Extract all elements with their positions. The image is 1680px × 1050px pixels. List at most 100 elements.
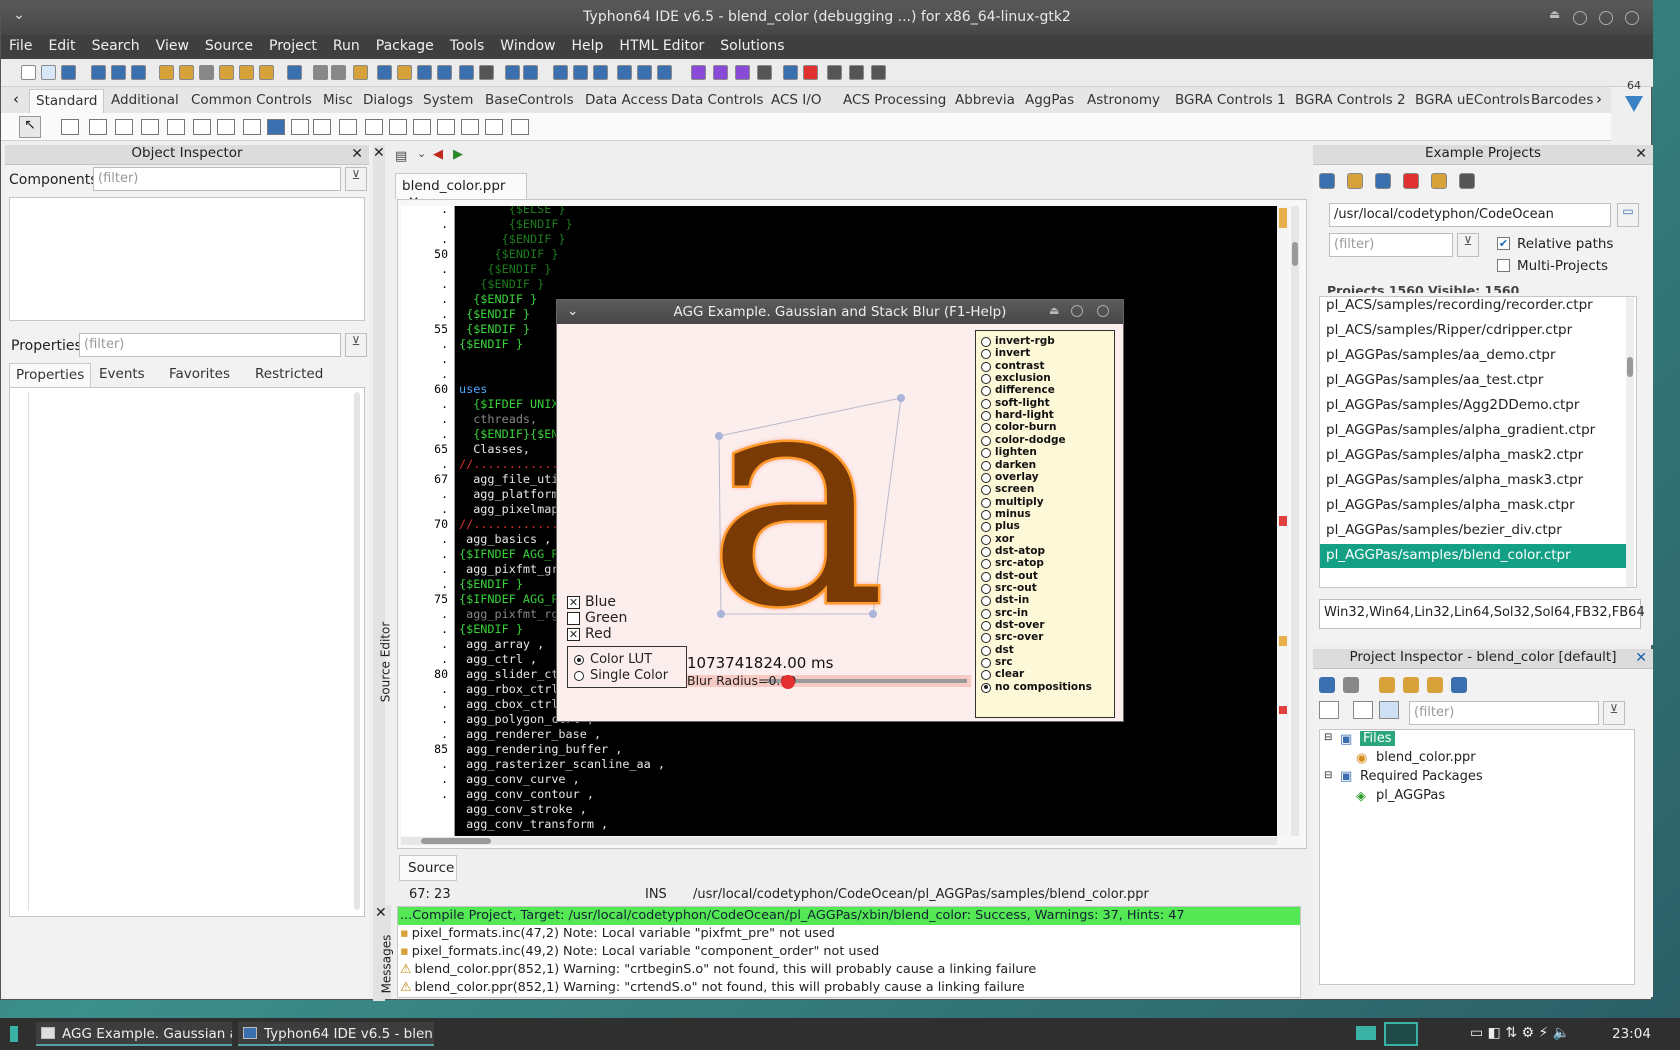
project-tool-icon[interactable] bbox=[1379, 677, 1395, 693]
collapse-packages-icon[interactable]: ⊟ bbox=[1324, 770, 1332, 781]
toolbar-tool-icon[interactable] bbox=[159, 65, 174, 80]
platforms-field[interactable]: Win32,Win64,Lin32,Lin64,Sol32,Sol64,FB32… bbox=[1319, 599, 1645, 629]
chevron-down-icon[interactable]: ⌄ bbox=[417, 147, 426, 160]
examples-filter-clear-icon[interactable]: ⊻ bbox=[1457, 233, 1479, 257]
toolbar-tool-icon[interactable] bbox=[573, 65, 588, 80]
tabs-left-arrow-icon[interactable]: ‹ bbox=[13, 90, 19, 108]
forward-arrow-icon[interactable]: ▶ bbox=[453, 147, 463, 162]
palette-component-icon[interactable] bbox=[461, 119, 479, 135]
messages-list[interactable]: ...Compile Project, Target: /usr/local/c… bbox=[397, 906, 1301, 998]
projects-scrollbar[interactable] bbox=[1626, 297, 1634, 587]
note-row[interactable]: ▪ pixel_formats.inc(49,2) Note: Local var… bbox=[398, 943, 1300, 961]
composition-radio[interactable] bbox=[981, 608, 991, 619]
composition-radio[interactable] bbox=[981, 374, 991, 385]
warning-row[interactable]: ⚠ blend_color.ppr(852,1) Warning: "crtend… bbox=[398, 979, 1300, 997]
project-filter-input[interactable]: (filter) bbox=[1409, 701, 1599, 725]
toolbar-tool-icon[interactable] bbox=[313, 65, 328, 80]
workspace-1-icon[interactable] bbox=[1356, 1026, 1376, 1040]
project-tree[interactable]: ⊟ ▣ Files ◉ blend_color.ppr ⊟ ▣ Required… bbox=[1319, 729, 1635, 985]
example-project-item[interactable]: pl_AGGPas/samples/alpha_mask3.ctpr bbox=[1326, 472, 1583, 488]
properties-filter-clear-icon[interactable]: ⊻ bbox=[345, 333, 367, 357]
palette-tab-bgra-controls-1[interactable]: BGRA Controls 1 bbox=[1169, 89, 1292, 113]
toolbar-tool-icon[interactable] bbox=[239, 65, 254, 80]
toolbar-tool-icon[interactable] bbox=[803, 65, 818, 80]
required-packages-node[interactable]: Required Packages bbox=[1360, 769, 1483, 784]
composition-radio[interactable] bbox=[981, 584, 991, 594]
maximize-button[interactable] bbox=[1599, 11, 1613, 25]
blend-color-file-node[interactable]: blend_color.ppr bbox=[1376, 750, 1476, 765]
palette-tab-additional[interactable]: Additional bbox=[105, 89, 185, 113]
mode-radio[interactable] bbox=[574, 671, 584, 681]
toolbar-tool-icon[interactable] bbox=[61, 65, 76, 80]
channel-blue-checkbox[interactable]: ✕ bbox=[567, 596, 580, 609]
composition-radio[interactable] bbox=[981, 472, 991, 483]
menu-edit[interactable]: Edit bbox=[40, 35, 83, 57]
agg-close-button[interactable] bbox=[1097, 305, 1109, 317]
source-tab[interactable]: Source bbox=[399, 855, 457, 881]
composition-radio[interactable] bbox=[981, 386, 991, 397]
composition-radio[interactable] bbox=[981, 559, 991, 570]
composition-radio[interactable] bbox=[981, 682, 991, 693]
composition-radio[interactable] bbox=[981, 645, 991, 656]
editor-vscroll[interactable] bbox=[1291, 206, 1299, 836]
object-inspector-close-icon[interactable]: ✕ bbox=[351, 146, 363, 162]
palette-component-icon[interactable] bbox=[365, 119, 383, 135]
palette-tab-abbrevia[interactable]: Abbrevia bbox=[949, 89, 1021, 113]
pointer-tool-icon[interactable]: ↖ bbox=[19, 116, 41, 138]
project-tool-icon[interactable] bbox=[1343, 677, 1359, 693]
composition-radio[interactable] bbox=[981, 398, 991, 409]
toolbar-tool-icon[interactable] bbox=[871, 65, 886, 80]
example-projects-close-icon[interactable]: ✕ bbox=[1635, 146, 1647, 162]
menu-project[interactable]: Project bbox=[261, 35, 325, 57]
workspace-2-icon[interactable] bbox=[1384, 1022, 1418, 1046]
toolbar-tool-icon[interactable] bbox=[131, 65, 146, 80]
palette-tab-common-controls[interactable]: Common Controls bbox=[185, 89, 318, 113]
mode-radio[interactable] bbox=[574, 655, 584, 665]
composition-radio[interactable] bbox=[981, 596, 991, 607]
multi-projects-checkbox[interactable] bbox=[1497, 259, 1510, 272]
sort-az-icon[interactable] bbox=[1379, 701, 1399, 719]
example-tool-icon[interactable] bbox=[1403, 173, 1419, 189]
composition-radio[interactable] bbox=[981, 485, 991, 496]
menu-view[interactable]: View bbox=[148, 35, 197, 57]
agg-shade-icon[interactable]: ⏏ bbox=[1049, 304, 1059, 317]
toolbar-tool-icon[interactable] bbox=[657, 65, 672, 80]
menu-tools[interactable]: Tools bbox=[442, 35, 493, 57]
project-tool-icon[interactable] bbox=[1403, 677, 1419, 693]
palette-component-icon[interactable] bbox=[413, 119, 431, 135]
menu-search[interactable]: Search bbox=[84, 35, 148, 57]
menu-window[interactable]: Window bbox=[492, 35, 563, 57]
palette-badge[interactable]: 64 bbox=[1619, 79, 1649, 129]
composition-radio[interactable] bbox=[981, 522, 991, 533]
shade-icon[interactable]: ⏏ bbox=[1549, 7, 1560, 21]
palette-component-icon[interactable] bbox=[313, 119, 331, 135]
example-tool-icon[interactable] bbox=[1347, 173, 1363, 189]
file-tab[interactable]: blend_color.ppr ✕ bbox=[395, 173, 527, 210]
channel-red-checkbox[interactable]: ✕ bbox=[567, 628, 580, 641]
agg-maximize-button[interactable] bbox=[1071, 305, 1083, 317]
polygon-handle[interactable] bbox=[717, 610, 725, 618]
project-tool-icon[interactable] bbox=[1319, 677, 1335, 693]
palette-component-icon[interactable] bbox=[339, 119, 357, 135]
palette-tab-acs-i-o[interactable]: ACS I/O bbox=[765, 89, 827, 113]
composition-radio[interactable] bbox=[981, 509, 991, 520]
toolbar-tool-icon[interactable] bbox=[637, 65, 652, 80]
palette-tab-standard[interactable]: Standard bbox=[29, 89, 105, 113]
examples-filter-input[interactable]: (filter) bbox=[1329, 233, 1453, 257]
palette-tab-bgra-uecontrols[interactable]: BGRA uEControls bbox=[1409, 89, 1536, 113]
toolbar-tool-icon[interactable] bbox=[179, 65, 194, 80]
path-input[interactable]: /usr/local/codetyphon/CodeOcean bbox=[1329, 203, 1611, 227]
palette-component-icon[interactable] bbox=[267, 119, 285, 135]
note-row[interactable]: ▪ pixel_formats.inc(47,2) Note: Local var… bbox=[398, 925, 1300, 943]
palette-component-icon[interactable] bbox=[141, 119, 159, 135]
project-filter-clear-icon[interactable]: ⊻ bbox=[1603, 701, 1625, 725]
menu-solutions[interactable]: Solutions bbox=[712, 35, 792, 57]
palette-tab-data-access[interactable]: Data Access bbox=[579, 89, 674, 113]
editor-hscroll[interactable] bbox=[401, 837, 1277, 845]
toolbar-tool-icon[interactable] bbox=[783, 65, 798, 80]
toolbar-tool-icon[interactable] bbox=[199, 65, 214, 80]
toolbar-tool-icon[interactable] bbox=[287, 65, 302, 80]
collapse-files-icon[interactable]: ⊟ bbox=[1324, 732, 1332, 743]
composition-radio[interactable] bbox=[981, 658, 991, 669]
menu-package[interactable]: Package bbox=[368, 35, 442, 57]
